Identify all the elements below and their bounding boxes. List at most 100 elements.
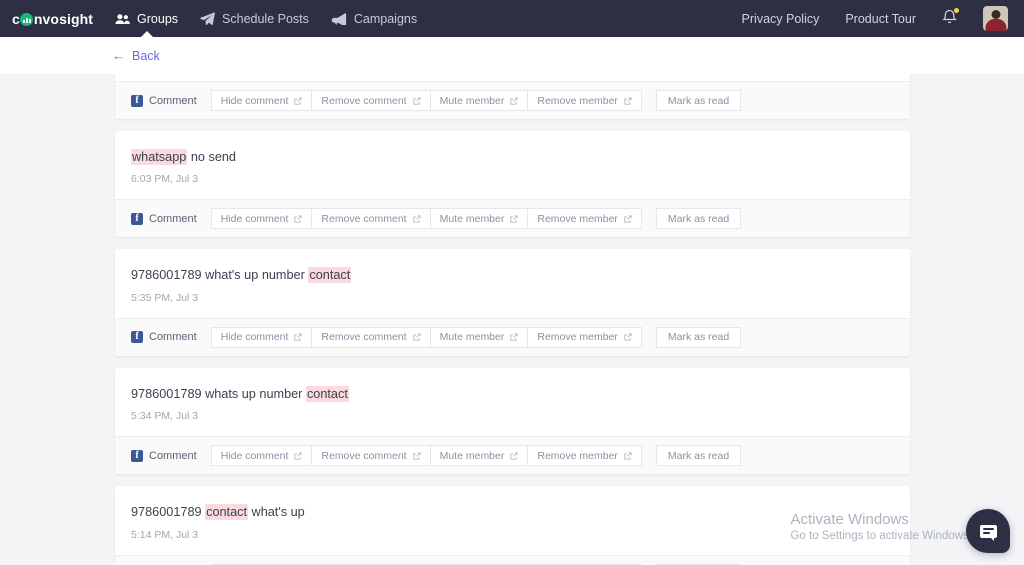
mark-as-read-button[interactable]: Mark as read [655,445,742,467]
back-button-label: Back [132,48,160,63]
mute-member-button[interactable]: Mute member [430,208,529,230]
comment-timestamp: 5:34 PM, Jul 3 [131,410,199,423]
remove-member-button-label: Remove member [537,449,618,462]
mark-as-read-button[interactable]: Mark as read [655,326,742,348]
comment-text-segment: no send [187,150,236,164]
mute-member-button[interactable]: Mute member [430,326,529,348]
comment-keyword-highlight: contact [205,504,248,521]
comment-feed: 8:20 PM, Jul 3 f Comment Hide comment Remove… [0,74,1024,565]
comment-card-body: 9786001789 contact what's up 5:14 PM, Jul… [115,486,910,554]
comment-card-body: 9786001789 what's up number contact 5:35 … [115,249,910,317]
megaphone-icon [331,12,347,25]
comment-action-bar: fComment Hide comment Remove comment Mute m… [115,81,910,119]
nav-link-product-tour[interactable]: Product Tour [845,12,916,26]
external-link-icon [412,333,421,341]
comment-text-segment: 9786001789 [131,505,206,520]
nav-item-groups[interactable]: Groups [115,0,178,38]
remove-comment-button[interactable]: Remove comment [312,208,431,230]
nav-label-campaigns: Campaigns [353,11,418,26]
nav-label-schedule-posts: Schedule Posts [222,11,309,26]
external-link-icon [624,452,632,460]
chat-support-button[interactable] [966,509,1010,553]
moderation-button-group: Hide comment Remove comment Mute member Rem… [210,208,642,230]
remove-member-button[interactable]: Remove member [528,208,642,230]
sub-header: ← Back [0,37,1024,74]
external-link-icon [294,96,303,105]
remove-comment-button[interactable]: Remove comment [312,90,431,111]
comment-card-body: whatsapp no send 6:03 PM, Jul 3 [115,131,910,199]
moderation-button-group: Hide comment Remove comment Mute member Rem… [210,445,642,467]
mute-member-button[interactable]: Mute member [430,445,529,467]
avatar-body [985,19,1006,31]
notification-dot-badge [954,8,959,13]
group-people-icon [115,13,130,25]
external-link-icon [294,452,303,460]
moderation-button-group: Hide comment Remove comment Mute member Rem… [210,90,642,111]
comment-message: 9786001789 contact what's up [131,503,894,521]
comment-text-segment: 9786001789 whats up number [131,386,306,401]
external-link-icon [294,215,303,223]
comment-card: 9786001789 what's up number contact 5:35 … [115,249,910,356]
remove-comment-button-label: Remove comment [321,449,407,462]
remove-member-button-label: Remove member [537,212,618,225]
app-logo[interactable]: c nvosight [12,11,93,27]
hide-comment-button[interactable]: Hide comment [210,90,313,111]
mark-as-read-button[interactable]: Mark as read [655,90,742,111]
logo-text-after: nvosight [33,10,94,27]
back-button[interactable]: ← Back [112,49,160,63]
chat-bubble-icon [979,524,997,541]
remove-member-button[interactable]: Remove member [528,90,642,111]
facebook-comment-button[interactable]: f Comment [131,212,197,225]
external-link-icon [412,215,421,223]
mute-member-button-label: Mute member [439,212,505,225]
hide-comment-button-label: Hide comment [220,94,289,107]
logo-bar-chart-icon [20,13,34,26]
facebook-icon: f [131,331,143,344]
facebook-comment-button[interactable]: f Comment [131,94,197,107]
hide-comment-button[interactable]: Hide comment [210,326,313,348]
remove-member-button[interactable]: Remove member [528,326,642,348]
remove-comment-button[interactable]: Remove comment [312,445,431,467]
notifications-button[interactable] [942,8,959,28]
comment-card: 9786001789 whats up number contact 5:34 P… [115,367,910,475]
nav-link-privacy-policy[interactable]: Privacy Policy [742,12,820,26]
nav-item-campaigns[interactable]: Campaigns [331,0,417,37]
comment-action-bar: fComment Hide comment Remove comment Mute m… [115,199,910,238]
remove-member-button[interactable]: Remove member [528,445,642,467]
mute-member-button-label: Mute member [439,94,505,107]
secondary-nav: Privacy Policy Product Tour [742,6,1014,31]
mark-as-read-label: Mark as read [667,94,730,107]
facebook-comment-button[interactable]: f Comment [131,331,197,344]
arrow-left-icon: ← [112,48,125,63]
hide-comment-button[interactable]: Hide comment [210,445,313,467]
facebook-comment-button[interactable]: f Comment [131,449,197,462]
comment-timestamp: 5:35 PM, Jul 3 [131,291,199,304]
facebook-icon: f [131,449,143,462]
user-avatar[interactable] [983,6,1008,31]
external-link-icon [624,215,632,223]
remove-comment-button-label: Remove comment [321,94,407,107]
mute-member-button[interactable]: Mute member [430,90,529,111]
paper-plane-icon [200,12,215,25]
mark-as-read-button[interactable]: Mark as read [655,208,742,230]
nav-item-schedule-posts[interactable]: Schedule Posts [200,0,309,37]
logo-text-before: c [12,10,20,27]
comment-text-segment: what's up [248,505,305,520]
comment-keyword-highlight: contact [308,267,352,284]
hide-comment-button-label: Hide comment [220,212,289,225]
external-link-icon [624,333,632,341]
hide-comment-button[interactable]: Hide comment [210,208,313,230]
primary-nav: Groups Schedule Posts Campaigns [115,0,417,38]
facebook-comment-label: Comment [149,449,197,462]
facebook-comment-label: Comment [149,212,197,225]
external-link-icon [510,452,519,460]
comment-action-bar: fCommentHide commentRemove commentMute m… [115,554,910,565]
comment-action-bar: f Comment Hide comment Remove comment Mute m… [115,436,910,475]
comment-card: whatsapp no send 6:03 PM, Jul 3 f Comment Hi… [115,131,910,238]
comment-message: whatsapp no send [131,148,894,166]
external-link-icon [412,96,421,105]
avatar-head [991,10,1000,19]
remove-comment-button[interactable]: Remove comment [312,326,431,348]
comment-keyword-highlight: whatsapp [131,149,188,165]
comment-timestamp: 5:14 PM, Jul 3 [131,528,199,541]
